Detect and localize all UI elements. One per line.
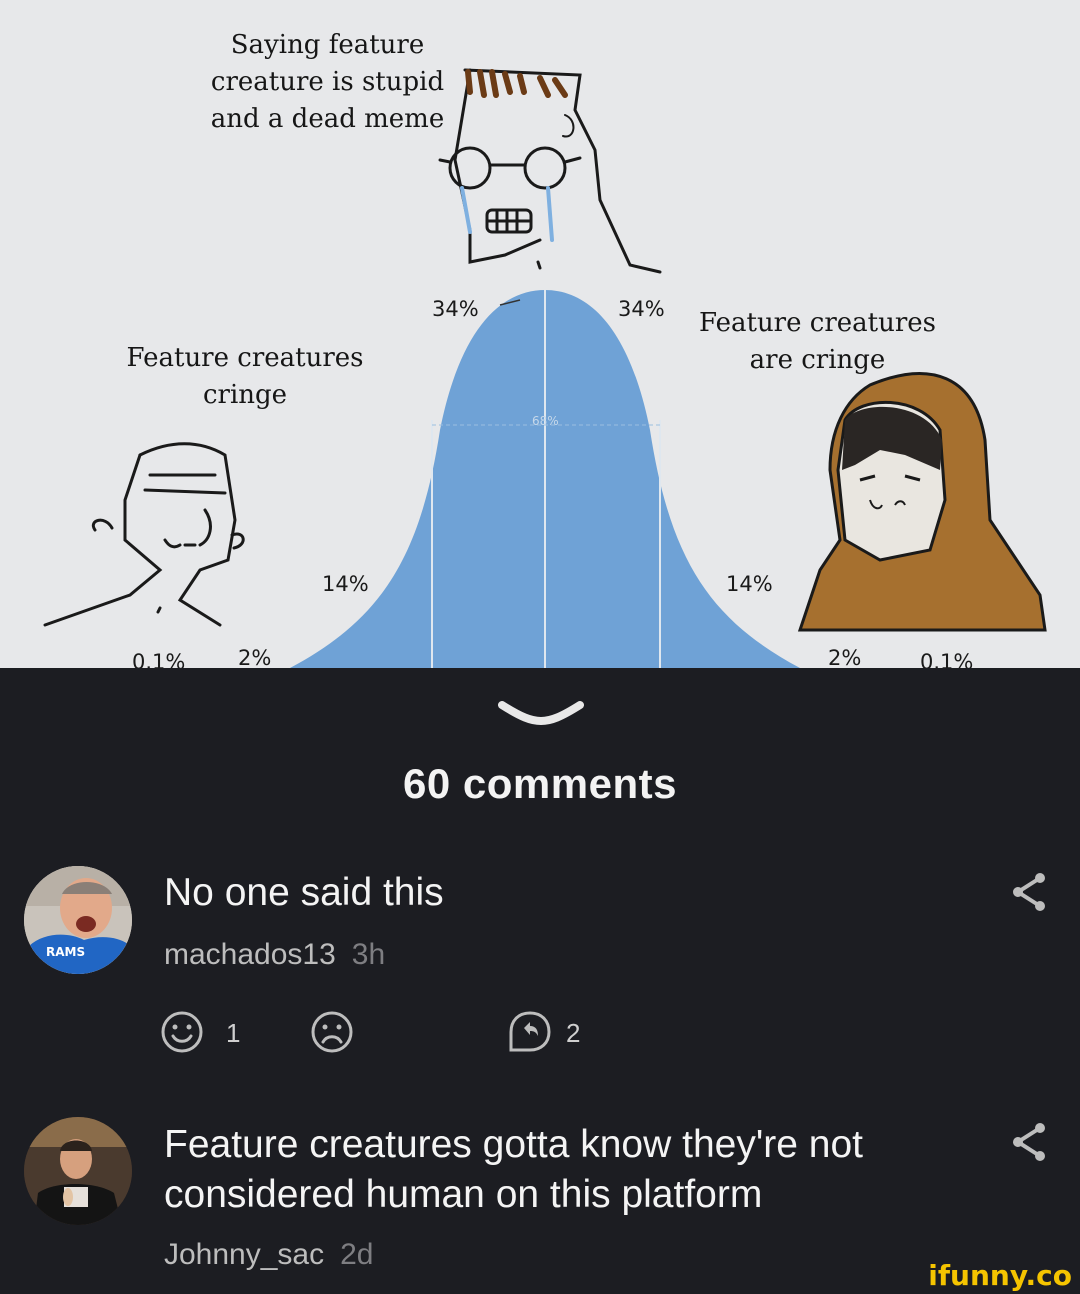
right-caption-line: are cringe <box>749 345 886 375</box>
avatar[interactable]: RAMS <box>24 866 132 974</box>
pct-far-left: 0.1% <box>132 650 186 668</box>
comment-username[interactable]: machados13 <box>164 938 336 971</box>
share-icon[interactable] <box>1010 1122 1046 1162</box>
meme-image: Saying feature creature is stupid and a … <box>0 0 1080 668</box>
like-count: 1 <box>226 1018 241 1048</box>
avatar-photo: RAMS <box>24 866 132 974</box>
reply-count: 2 <box>566 1018 581 1048</box>
comment-text-line: considered human on this platform <box>164 1173 763 1216</box>
right-caption: Feature creatures are cringe <box>690 305 945 379</box>
left-caption: Feature creatures cringe <box>105 340 385 414</box>
top-caption-line: creature is stupid <box>210 67 445 97</box>
top-caption-line: and a dead meme <box>210 104 445 134</box>
comment-meta: machados13 3h <box>164 938 385 972</box>
pct-outer-left: 2% <box>238 646 272 668</box>
reply-icon[interactable] <box>508 1010 552 1054</box>
right-caption-line: Feature creatures <box>698 308 936 338</box>
pct-outer-right: 2% <box>828 646 862 668</box>
comment-username[interactable]: Johnny_sac <box>164 1238 324 1271</box>
left-caption-line: cringe <box>202 380 288 410</box>
top-caption: Saying feature creature is stupid and a … <box>205 27 450 138</box>
chevron-down-icon[interactable] <box>496 697 586 727</box>
comments-count-heading: 60 comments <box>403 760 677 807</box>
comment-time: 2d <box>340 1238 374 1271</box>
smile-icon[interactable] <box>160 1010 204 1054</box>
comment-time: 3h <box>351 938 386 971</box>
comment-text-line: Feature creatures gotta know they're not <box>164 1123 863 1166</box>
pct-center-left: 34% <box>432 297 479 321</box>
avatar[interactable] <box>24 1117 132 1225</box>
left-caption-line: Feature creatures <box>126 343 364 373</box>
frown-icon[interactable] <box>310 1010 354 1054</box>
pct-inner-right: 14% <box>726 572 773 596</box>
avatar-photo <box>24 1117 132 1225</box>
comment-text: Feature creatures gotta know they're not… <box>164 1120 863 1220</box>
ifunny-watermark: ifunny.co <box>928 1259 1072 1292</box>
reaction-bar: 1 2 <box>0 1010 1080 1058</box>
simple-wojak-drawing <box>43 442 245 627</box>
pct-center-right: 34% <box>618 297 665 321</box>
comment-meta: Johnny_sac 2d <box>164 1238 373 1272</box>
svg-text:RAMS: RAMS <box>46 945 85 959</box>
pct-inner-left: 14% <box>322 572 369 596</box>
pct-far-right: 0.1% <box>920 650 974 668</box>
crying-wojak-drawing <box>438 68 662 274</box>
hooded-wojak-drawing <box>797 372 1047 632</box>
share-icon[interactable] <box>1010 872 1046 912</box>
pct-center-band: 68% <box>532 414 559 428</box>
top-caption-line: Saying feature <box>230 30 425 60</box>
comment-text: No one said this <box>164 871 444 914</box>
